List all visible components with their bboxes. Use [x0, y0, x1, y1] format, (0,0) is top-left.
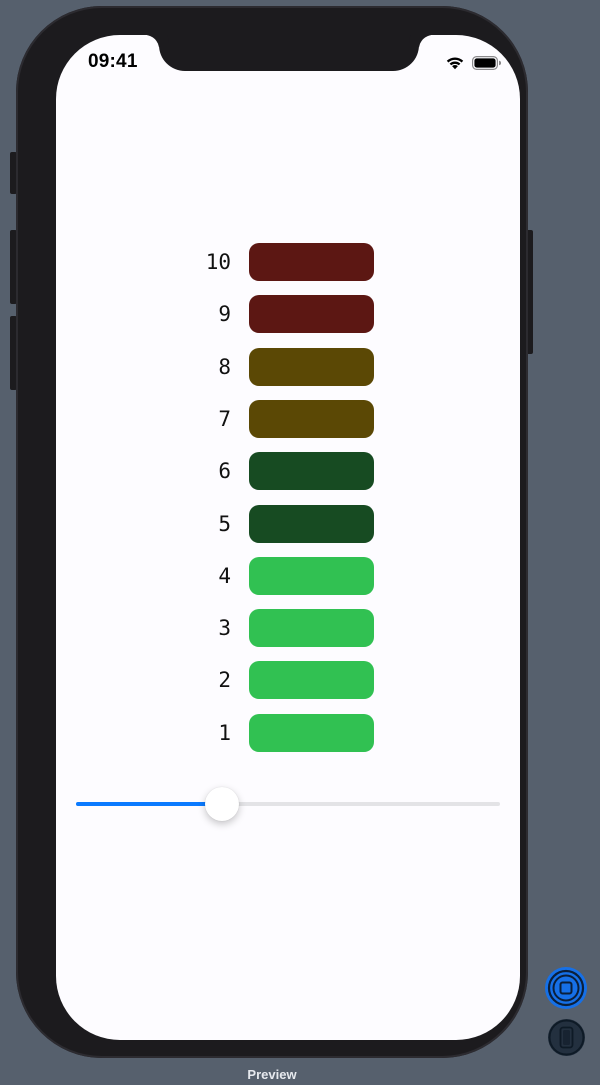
- meter-row-bar: [249, 452, 374, 491]
- meter-row-bar: [249, 243, 374, 281]
- meter-row: 7: [196, 399, 386, 438]
- meter-row: 6: [196, 452, 386, 491]
- meter-row-label: 8: [218, 354, 231, 379]
- level-meter: 10 9 8 7 6 5 4 3 2 1: [56, 35, 520, 1040]
- meter-row-label: 5: [218, 511, 231, 536]
- device-frame: 09:41 10 9 8 7 6 5 4 3 2 1: [16, 6, 528, 1058]
- device-settings-button[interactable]: [548, 1019, 585, 1056]
- device-icon: [548, 1019, 585, 1056]
- live-preview-icon: [547, 969, 585, 1007]
- meter-row: 10: [196, 243, 386, 281]
- meter-row-bar: [249, 661, 374, 700]
- level-slider[interactable]: [76, 787, 500, 821]
- meter-row-label: 10: [205, 250, 231, 274]
- meter-row-label: 3: [218, 616, 231, 641]
- device-screen: 09:41 10 9 8 7 6 5 4 3 2 1: [56, 35, 520, 1040]
- meter-row-bar: [249, 609, 374, 648]
- slider-thumb[interactable]: [205, 787, 239, 821]
- meter-row-label: 7: [218, 406, 231, 431]
- meter-row-bar: [249, 347, 374, 386]
- meter-row-bar: [249, 399, 374, 438]
- meter-row: 9: [196, 295, 386, 334]
- preview-label: Preview: [247, 1067, 297, 1082]
- meter-row-bar: [249, 295, 374, 334]
- live-preview-button[interactable]: [545, 967, 587, 1009]
- meter-row-label: 1: [218, 720, 231, 745]
- meter-row: 8: [196, 347, 386, 386]
- meter-row-label: 9: [218, 302, 231, 327]
- meter-row-label: 6: [218, 459, 231, 484]
- meter-row: 1: [196, 713, 386, 752]
- meter-row: 3: [196, 609, 386, 648]
- meter-row-bar: [249, 713, 374, 752]
- meter-row: 4: [196, 556, 386, 595]
- meter-row-label: 2: [218, 668, 231, 693]
- slider-fill: [76, 802, 222, 806]
- meter-row-label: 4: [218, 563, 231, 588]
- meter-row-bar: [249, 556, 374, 595]
- meter-row: 2: [196, 661, 386, 700]
- meter-row: 5: [196, 504, 386, 543]
- meter-row-bar: [249, 504, 374, 543]
